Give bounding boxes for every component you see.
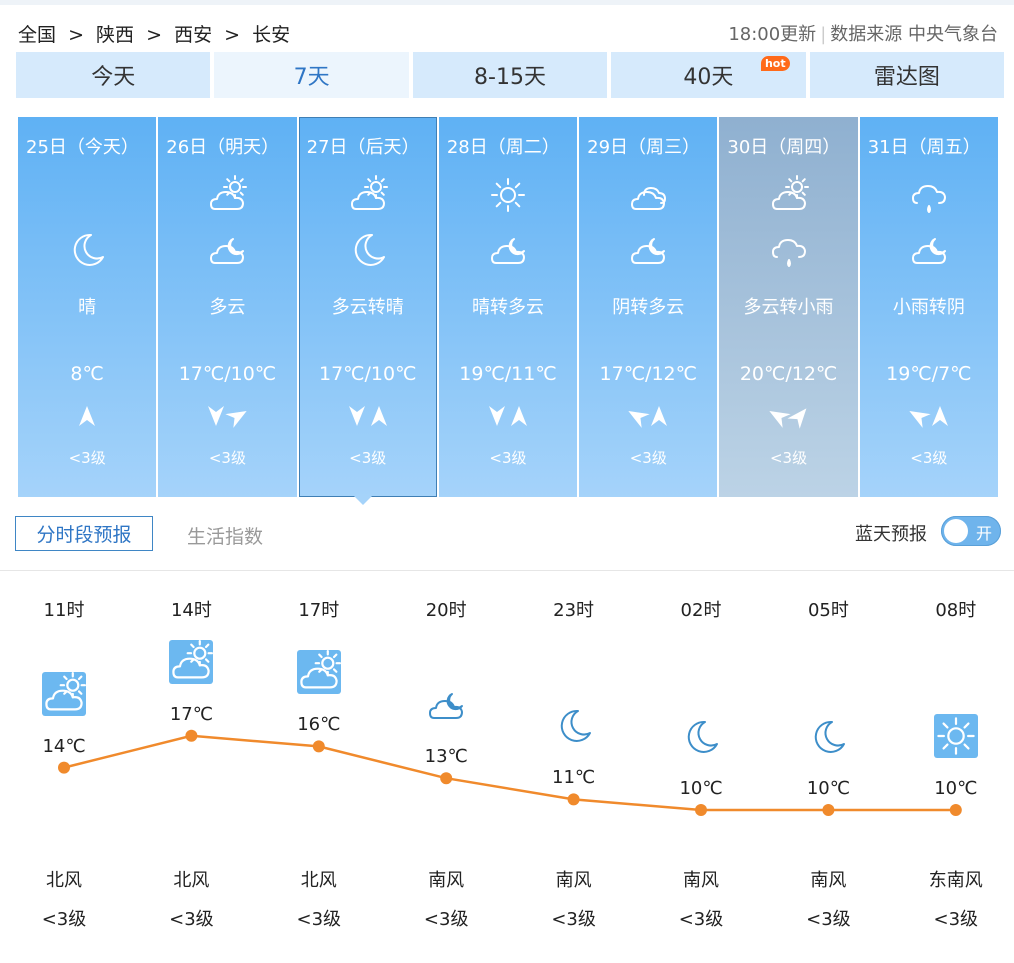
temperature-point xyxy=(949,804,962,816)
partly-cloudy-sun-icon xyxy=(296,650,341,695)
hour-label: 23时 xyxy=(553,600,595,621)
hour-temp: 11℃ xyxy=(552,767,596,789)
moon-icon xyxy=(679,714,727,762)
temperature-point xyxy=(312,740,325,753)
hour-temp: 17℃ xyxy=(169,703,213,725)
hour-temp: 10℃ xyxy=(679,778,723,799)
hour-temp: 16℃ xyxy=(297,714,341,736)
hour-wind: 南风 xyxy=(555,870,592,891)
partly-cloudy-sun-icon xyxy=(169,639,214,684)
temperature-point xyxy=(695,804,707,816)
sun-icon xyxy=(933,714,978,758)
hour-wind: 北风 xyxy=(300,870,337,891)
hour-wind-level: <3级 xyxy=(169,909,214,930)
hour-wind: 东南风 xyxy=(928,870,983,891)
temperature-point xyxy=(440,772,453,785)
temperature-point xyxy=(58,761,70,774)
hour-wind-level: <3级 xyxy=(806,909,851,930)
hour-label: 14时 xyxy=(170,600,212,621)
hour-temp: 10℃ xyxy=(806,778,850,799)
hour-wind-level: <3级 xyxy=(678,909,724,930)
temperature-point xyxy=(822,804,835,816)
hour-wind: 南风 xyxy=(810,870,847,891)
hour-wind: 北风 xyxy=(46,870,82,891)
partly-cloudy-sun-icon xyxy=(42,671,86,716)
moon-icon xyxy=(806,714,854,762)
hour-temp: 14℃ xyxy=(42,735,86,757)
hour-wind-level: <3级 xyxy=(296,909,342,930)
moon-icon xyxy=(552,703,600,751)
hour-label: 20时 xyxy=(425,600,467,621)
hour-wind-level: <3级 xyxy=(933,909,979,930)
hour-wind-level: <3级 xyxy=(41,909,87,930)
cloudy-night-icon xyxy=(424,682,472,730)
temperature-point xyxy=(567,793,580,806)
hour-temp: 13℃ xyxy=(424,746,468,768)
hour-label: 02时 xyxy=(680,600,722,621)
hour-temp: 10℃ xyxy=(934,778,978,799)
hour-wind: 南风 xyxy=(428,870,465,891)
hour-label: 11时 xyxy=(43,600,85,621)
hour-label: 17时 xyxy=(298,600,340,621)
hour-wind-level: <3级 xyxy=(551,909,596,930)
hour-wind: 南风 xyxy=(683,870,719,891)
hour-wind-level: <3级 xyxy=(423,909,469,930)
temperature-curve xyxy=(58,729,962,816)
hour-label: 08时 xyxy=(935,600,977,621)
temperature-point xyxy=(185,729,198,742)
hour-label: 05时 xyxy=(807,600,849,621)
hour-wind: 北风 xyxy=(173,870,210,891)
